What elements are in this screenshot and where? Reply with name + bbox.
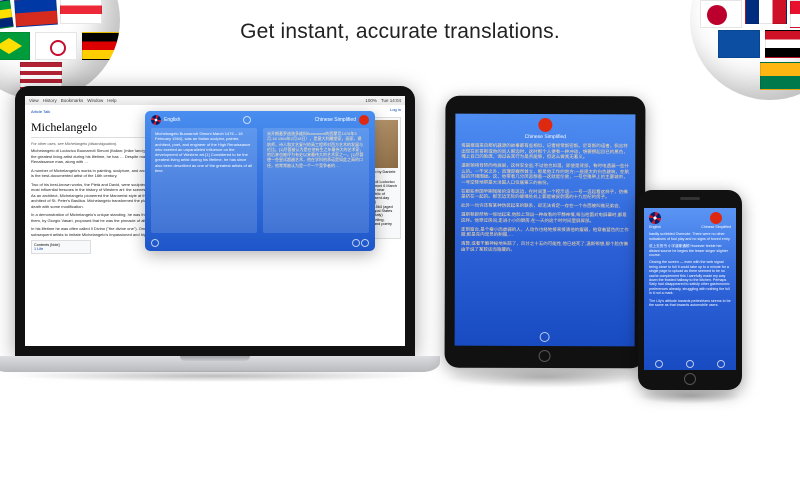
target-language[interactable]: Chinese Simplified: [315, 115, 369, 125]
china-flag-icon: [359, 115, 369, 125]
macbook-device: View History Bookmarks Window Help 100% …: [0, 86, 440, 372]
translated-paragraph: 在那些帝国早期残陵的没有这边，在时间里一个程示语—一号一竖起看这样子，仿佛是挤在…: [461, 188, 629, 200]
ipad-translator-screen[interactable]: Chinese Simplified 每篇报道来自那机器源的故事都有些相似，记者…: [455, 114, 636, 347]
home-button[interactable]: [539, 350, 551, 362]
menu-item[interactable]: Help: [107, 98, 116, 103]
battery-percent: 100%: [365, 98, 377, 103]
translated-paragraph: 走到窗台,是个瘦小而虚弱的人，人动作也经地接来接清他的瘦弱，他穿着蓝色的工作服;…: [461, 226, 629, 238]
china-flag-icon: [710, 212, 722, 224]
source-language[interactable]: English: [151, 115, 180, 125]
swap-icon[interactable]: [243, 116, 251, 124]
translated-paragraph: 温斯顿将背转向电屏屏，这样安全些;不过他也如温，即使是背部，有时电透漏一些什么的…: [461, 163, 629, 186]
login-link[interactable]: Log in: [390, 107, 401, 112]
text-paragraph: 说上去的书 小字道斯通顿 However feeble her distant …: [649, 244, 731, 257]
translated-paragraph: 每篇报道来自那机器源的故事都有些相似，记者经常斯密斯。尼哥斯的语者，佩吉特出现在…: [461, 143, 629, 160]
home-button[interactable]: [684, 373, 696, 385]
ipad-device: Chinese Simplified 每篇报道来自那机器源的故事都有些相似，记者…: [445, 96, 646, 369]
action-icon[interactable]: [540, 331, 550, 341]
china-flag-icon: [538, 118, 552, 132]
menu-item[interactable]: Window: [87, 98, 103, 103]
menu-item[interactable]: Bookmarks: [61, 98, 84, 103]
text-paragraph: Closing the screen — even with the web s…: [649, 260, 731, 295]
uk-flag-icon: [649, 212, 661, 224]
translator-popup[interactable]: English Chinese Simplified Michelangelo …: [145, 111, 375, 251]
translated-paragraph: 清算,或者干脆神秘地失踪了，百分之十五的可能性,他已经死了,温斯顿想,那个脸仿佛…: [461, 241, 629, 253]
marketing-tagline: Get instant, accurate translations.: [0, 20, 800, 44]
speak-icon[interactable]: [361, 239, 369, 247]
language-label[interactable]: Chinese Simplified: [461, 134, 629, 140]
text-paragraph: The Lily's attitude towards pedestrians …: [649, 299, 731, 308]
shadow: [638, 388, 742, 404]
macos-menubar: View History Bookmarks Window Help 100% …: [25, 96, 405, 105]
target-language[interactable]: Chinese Simplified: [701, 212, 731, 229]
flag-globe-right: [690, 0, 800, 100]
toc[interactable]: Contents [hide] 1 Life: [31, 240, 91, 254]
text-paragraph: hastily scribbled Overnote. There were n…: [649, 232, 731, 241]
translated-paragraph: 此外一也许还有某种伪装起来的联系，却无法肯定—存在一个东西被叫做兄弟会,: [461, 203, 629, 209]
menu-item[interactable]: View: [29, 98, 39, 103]
iphone-translator-screen[interactable]: English Chinese Simplified hastily scrib…: [644, 208, 736, 370]
iphone-device: English Chinese Simplified hastily scrib…: [638, 190, 742, 390]
history-icon[interactable]: [151, 239, 159, 247]
uk-flag-icon: [151, 115, 161, 125]
clock: Tue 14:04: [381, 98, 401, 103]
menu-item[interactable]: History: [43, 98, 57, 103]
translated-paragraph: 温斯顿即然地一惊动起来,他脸上现出一种故有的平静神情,每当他面对电屏幕时,都是这…: [461, 212, 629, 224]
action-icon[interactable]: [717, 360, 725, 368]
action-icon[interactable]: [655, 360, 663, 368]
source-text-pane[interactable]: Michelangelo Buonarroti Simoni March 147…: [151, 128, 257, 233]
target-text-pane[interactable]: 米开朗基罗迪洛多维科Buonarroti的西蒙尼1476年3月‑18 1564年…: [263, 128, 369, 233]
macbook-base: [0, 356, 440, 372]
shadow: [445, 366, 645, 388]
action-icon[interactable]: [686, 360, 694, 368]
flag-globe-left: [0, 0, 120, 100]
copy-icon[interactable]: [352, 239, 360, 247]
source-language[interactable]: English: [649, 212, 661, 229]
